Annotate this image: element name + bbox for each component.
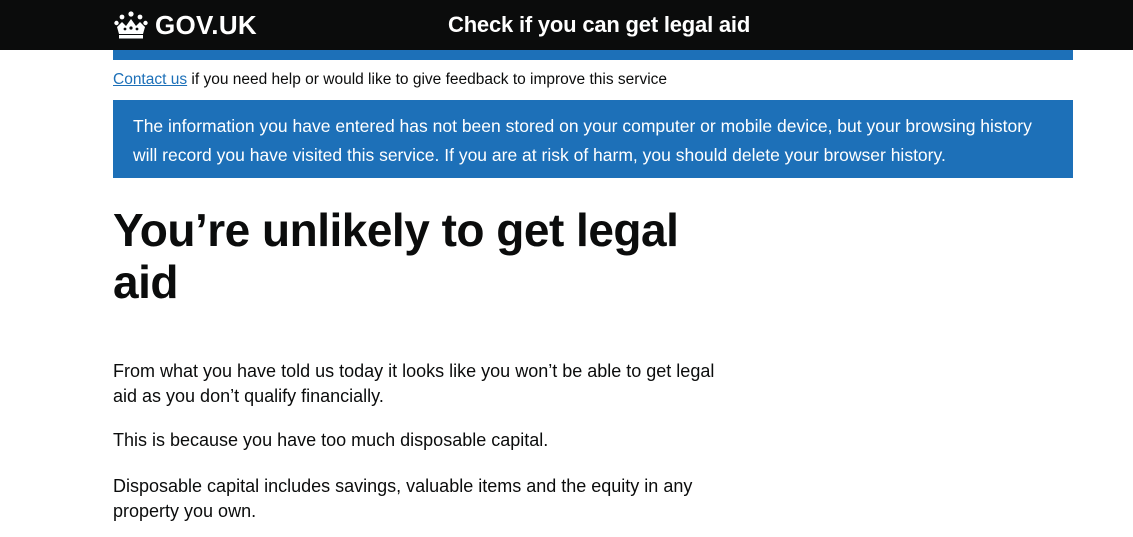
header-blue-bar — [113, 50, 1073, 60]
govuk-logo-link[interactable]: GOV.UK — [113, 9, 257, 41]
contact-us-link[interactable]: Contact us — [113, 71, 187, 88]
privacy-notice-panel: The information you have entered has not… — [113, 100, 1073, 178]
logo-text: GOV.UK — [155, 10, 257, 40]
crown-icon — [114, 11, 148, 39]
feedback-banner: Contact us if you need help or would lik… — [113, 69, 667, 91]
page-title: You’re unlikely to get legal aid — [113, 204, 679, 308]
service-name-link[interactable]: Check if you can get legal aid — [448, 9, 750, 41]
reason-paragraph: This is because you have too much dispos… — [113, 430, 549, 450]
definition-paragraph: Disposable capital includes savings, val… — [113, 476, 693, 521]
feedback-text: if you need help or would like to give f… — [187, 71, 668, 88]
privacy-notice-text: The information you have entered has not… — [133, 116, 1032, 165]
result-paragraph: From what you have told us today it look… — [113, 361, 715, 406]
site-header: GOV.UK Check if you can get legal aid — [0, 0, 1133, 50]
